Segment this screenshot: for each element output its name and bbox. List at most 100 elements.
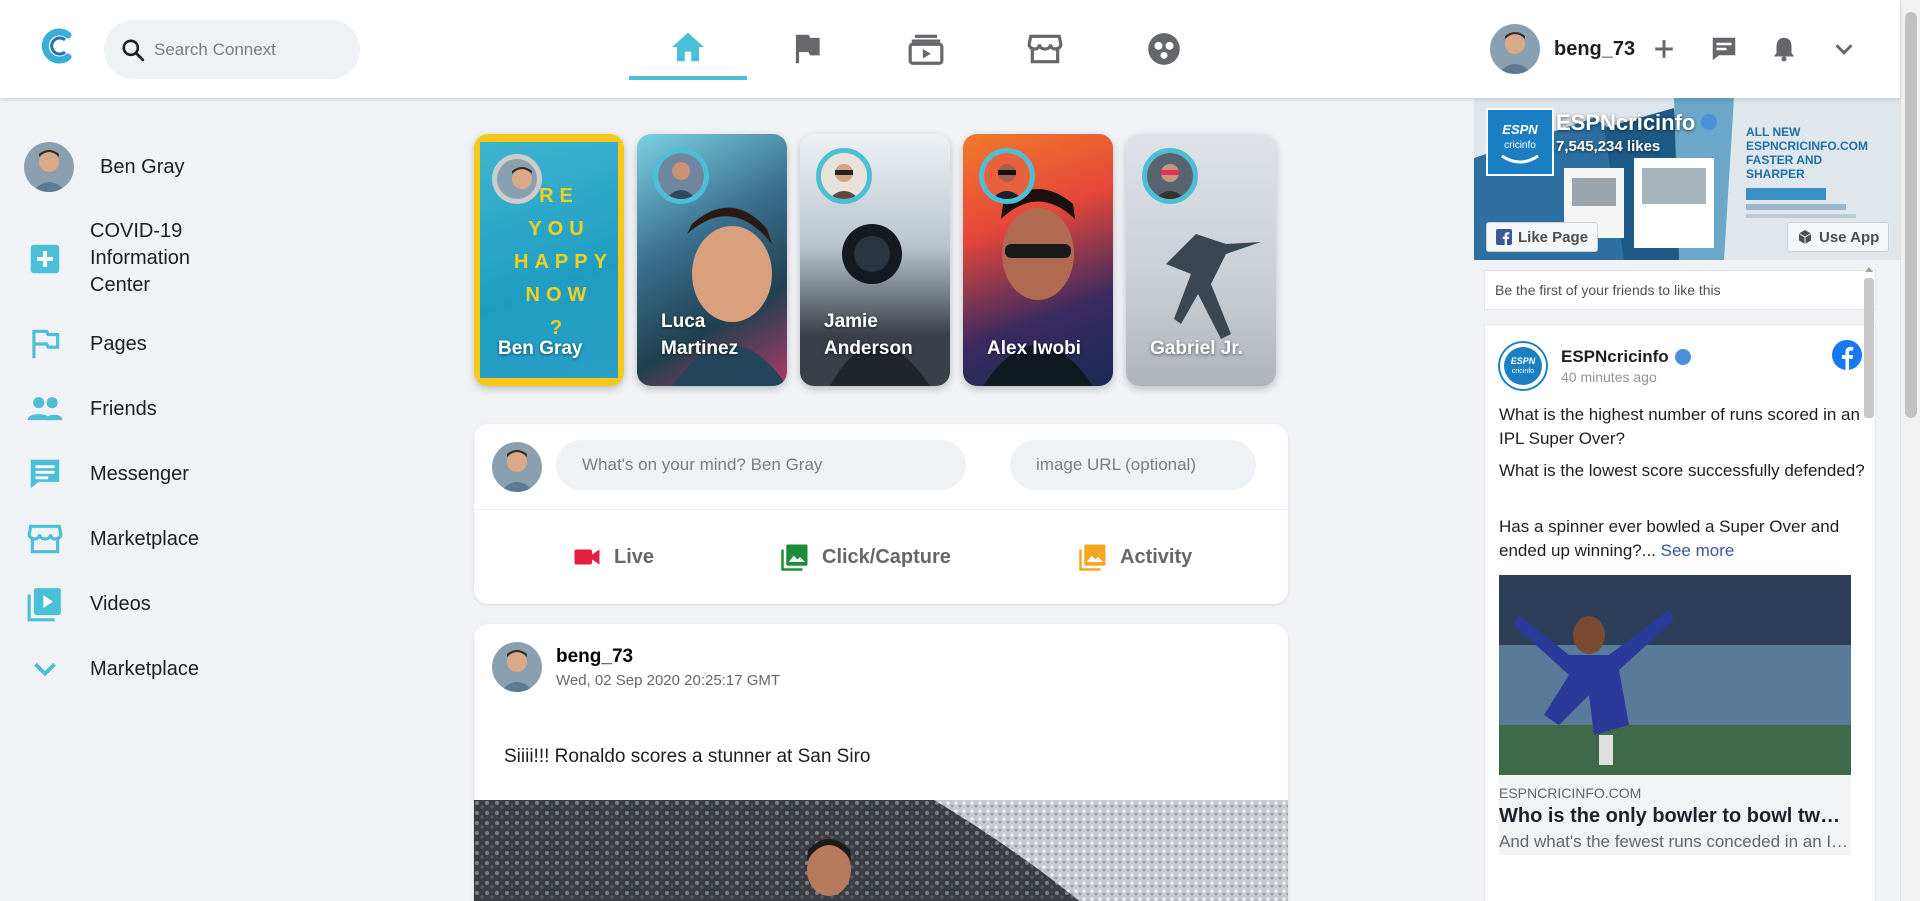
like-page-button[interactable]: Like Page (1486, 222, 1599, 252)
scrollbar-thumb[interactable] (1905, 12, 1917, 418)
sidebar-item-label: Pages (90, 332, 147, 355)
chevron-down-icon (24, 648, 66, 690)
avatar (492, 442, 542, 492)
story-card[interactable]: RE YOU HAPPY NOW ? Ben Gray (474, 134, 624, 386)
sidebar-item-marketplace[interactable]: Marketplace (24, 518, 199, 560)
use-app-button[interactable]: Use App (1787, 222, 1890, 252)
verified-badge-icon (1701, 114, 1718, 130)
search-bar[interactable] (104, 20, 360, 79)
sidebar-profile[interactable]: Ben Gray (24, 142, 184, 192)
facebook-f-icon (1496, 229, 1512, 245)
search-input[interactable] (154, 39, 354, 60)
story-avatar (816, 148, 872, 204)
post-paragraph-last: Has a spinner ever bowled a Super Over a… (1499, 517, 1840, 560)
video-library-icon (24, 583, 66, 625)
tab-groups[interactable] (1105, 18, 1223, 80)
sidebar-item-label: Messenger (90, 462, 189, 485)
tab-home[interactable] (629, 18, 747, 80)
image-url-input[interactable] (1036, 455, 1256, 475)
chat-icon (24, 453, 66, 495)
sidebar-item-messenger[interactable]: Messenger (24, 453, 189, 495)
story-avatar (1142, 148, 1198, 204)
story-name: Luca Martinez (661, 311, 739, 359)
sidebar-item-covid[interactable]: COVID-19 Information Center (24, 218, 230, 299)
videocam-icon (574, 549, 600, 565)
sidebar-item-label: Videos (90, 592, 151, 615)
svg-text:SHARPER: SHARPER (1746, 167, 1805, 181)
post-timestamp: Wed, 02 Sep 2020 20:25:17 GMT (556, 672, 781, 689)
tab-pages[interactable] (748, 18, 866, 80)
chat-icon (1712, 37, 1736, 61)
story-name: Jamie Anderson (824, 311, 913, 359)
post-photo[interactable] (1499, 575, 1851, 775)
sidebar-item-friends[interactable]: Friends (24, 388, 157, 430)
svg-text:ESPN: ESPN (1511, 356, 1536, 366)
page-name[interactable]: ESPNcricinfo (1556, 110, 1718, 136)
store-icon (1027, 34, 1063, 64)
link-title: Who is the only bowler to bowl two Super… (1499, 805, 1851, 827)
avatar[interactable] (492, 642, 542, 692)
account-menu-button[interactable] (1827, 32, 1861, 66)
avatar (24, 142, 74, 192)
story-card[interactable]: Luca Martinez (637, 134, 787, 386)
svg-text:ALL NEW: ALL NEW (1746, 125, 1801, 139)
activity-button[interactable]: Activity (1078, 542, 1192, 572)
feed-post: beng_73 Wed, 02 Sep 2020 20:25:17 GMT Si… (474, 624, 1288, 901)
plus-icon (1655, 40, 1673, 58)
groups-icon (1148, 33, 1180, 65)
svg-text:cricinfo: cricinfo (1512, 368, 1534, 375)
story-card[interactable]: Alex Iwobi (963, 134, 1113, 386)
svg-text:FASTER AND: FASTER AND (1746, 153, 1823, 167)
header-username[interactable]: beng_73 (1554, 38, 1635, 61)
post-composer: Live Click/Capture Activity (474, 424, 1288, 604)
page-likes: 7,545,234 likes (1556, 138, 1661, 155)
espncricinfo-avatar[interactable]: ESPN cricinfo (1498, 341, 1548, 391)
photo-library-icon (781, 544, 808, 571)
espncricinfo-logo[interactable]: ESPN cricinfo (1486, 108, 1554, 176)
capture-button[interactable]: Click/Capture (780, 542, 951, 572)
see-more-link[interactable]: See more (1661, 541, 1735, 560)
page-scrollbar[interactable] (1900, 0, 1920, 901)
status-input[interactable] (582, 455, 966, 475)
facebook-icon[interactable] (1831, 339, 1863, 371)
post-author[interactable]: ESPNcricinfo (1561, 347, 1691, 367)
link-preview[interactable]: ESPNCRICINFO.COM Who is the only bowler … (1499, 775, 1851, 855)
people-icon (24, 388, 66, 430)
notifications-button[interactable] (1767, 32, 1801, 66)
friends-like-text: Be the first of your friends to like thi… (1484, 270, 1876, 310)
activity-icon (1079, 544, 1106, 571)
page-cover[interactable]: ALL NEW ESPNCRICINFO.COM FASTER AND SHAR… (1474, 98, 1900, 260)
sidebar-item-videos[interactable]: Videos (24, 583, 151, 625)
story-card[interactable]: Jamie Anderson (800, 134, 950, 386)
plugin-scrollbar[interactable] (1862, 262, 1876, 822)
sidebar-item-label: COVID-19 Information Center (90, 220, 191, 296)
post-username[interactable]: beng_73 (556, 646, 633, 668)
post-image[interactable] (474, 800, 1288, 901)
status-field[interactable] (556, 440, 966, 490)
image-url-field[interactable] (1010, 440, 1256, 490)
tab-marketplace[interactable] (986, 18, 1104, 80)
sidebar-item-see-more[interactable]: Marketplace (24, 648, 199, 690)
post-text: Siiii!!! Ronaldo scores a stunner at San… (504, 746, 871, 767)
svg-text:ESPN: ESPN (1502, 122, 1538, 137)
search-icon (122, 38, 145, 61)
messenger-button[interactable] (1707, 32, 1741, 66)
page-post: ESPN cricinfo ESPNcricinfo 40 minutes ago… (1484, 324, 1876, 901)
capture-label: Click/Capture (822, 545, 951, 568)
live-button[interactable]: Live (572, 542, 654, 572)
video-feed-icon (908, 34, 944, 65)
story-name: Ben Gray (498, 338, 583, 359)
create-button[interactable] (1647, 32, 1681, 66)
sidebar-item-pages[interactable]: Pages (24, 323, 147, 365)
story-avatar (653, 148, 709, 204)
story-card[interactable]: Gabriel Jr. (1126, 134, 1276, 386)
header-avatar[interactable] (1490, 24, 1540, 74)
post-time: 40 minutes ago (1561, 369, 1657, 385)
story-name: Gabriel Jr. (1150, 338, 1243, 359)
tab-watch[interactable] (867, 18, 985, 80)
top-header: beng_73 (0, 0, 1900, 98)
link-description: And what's the fewest runs conceded in a… (1499, 832, 1851, 851)
connext-logo[interactable] (38, 26, 78, 66)
sidebar-item-label: Marketplace (90, 657, 199, 680)
home-icon (672, 32, 704, 62)
